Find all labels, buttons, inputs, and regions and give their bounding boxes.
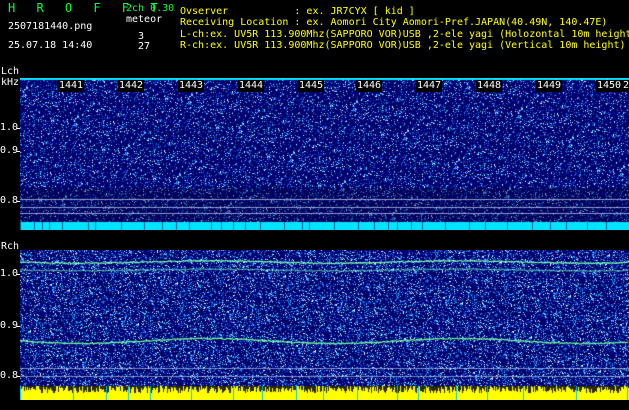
time-label: 1443 bbox=[178, 80, 205, 92]
lch-tick-label: 0.9 bbox=[0, 145, 19, 156]
time-label: 1450 bbox=[596, 80, 623, 92]
time-label: 1442 bbox=[118, 80, 145, 92]
rch-tick-label: 0.9 bbox=[0, 320, 19, 331]
mode-label: meteor bbox=[126, 14, 163, 25]
rch-tick-label: 1.0 bbox=[0, 268, 19, 279]
lch-spectrogram bbox=[20, 78, 629, 230]
datetime-label: 25.07.18 14:40 bbox=[8, 40, 93, 51]
rch-label: Rch bbox=[1, 241, 20, 252]
location-info: Receiving Location : ex. Aomori City Aom… bbox=[180, 17, 608, 28]
time-label: 1441 bbox=[58, 80, 85, 92]
time-label: 1446 bbox=[356, 80, 383, 92]
lch-tick-label: 0.8 bbox=[0, 195, 19, 206]
rch-count: 27 bbox=[138, 41, 151, 52]
rch-spectrogram bbox=[20, 250, 629, 400]
lch-tick-label: 1.0 bbox=[0, 122, 19, 133]
time-label: 1449 bbox=[536, 80, 563, 92]
filename-label: 2507181440.png bbox=[8, 21, 93, 32]
time-label: 1444 bbox=[238, 80, 265, 92]
rch-tick-label: 0.8 bbox=[0, 370, 19, 381]
rch-equipment-info: R-ch:ex. UV5R 113.900Mhz(SAPPORO VOR)USB… bbox=[180, 40, 626, 51]
lch-unit-label: kHz bbox=[1, 77, 20, 88]
time-label: 1447 bbox=[416, 80, 443, 92]
time-label: 1448 bbox=[476, 80, 503, 92]
time-label: 2 bbox=[622, 80, 629, 92]
time-label: 1445 bbox=[298, 80, 325, 92]
spectrogram-window: H R O F F T 2ch 0.30 meteor 2507181440.p… bbox=[0, 0, 629, 410]
